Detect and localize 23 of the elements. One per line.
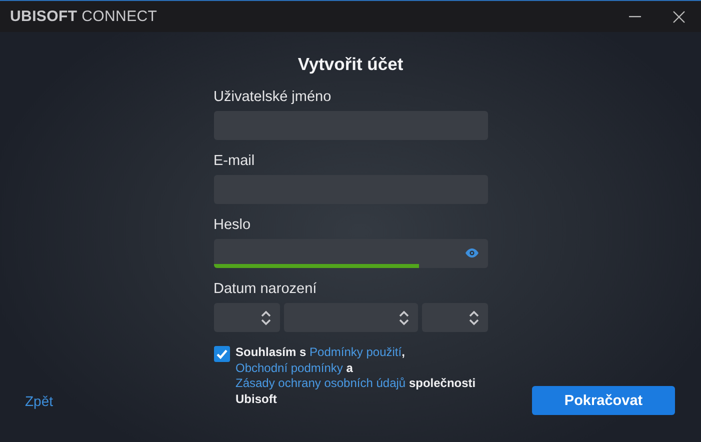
eye-icon[interactable]: [464, 248, 478, 258]
checkbox[interactable]: [214, 346, 230, 362]
spinner-icon: [468, 310, 478, 326]
app-logo: UBISOFT CONNECT: [10, 8, 158, 25]
field-label: E-mail: [214, 153, 256, 170]
close-icon[interactable]: [673, 10, 685, 22]
select-field[interactable]: [422, 303, 488, 332]
field-label: Uživatelské jméno: [214, 89, 332, 106]
back-link[interactable]: Zpět: [25, 392, 54, 408]
page-title: Vytvořit účet: [298, 53, 404, 75]
terms-link[interactable]: Zásady ochrany osobních údajů: [236, 376, 406, 390]
spinner-icon: [398, 310, 408, 326]
continue-button[interactable]: Pokračovat: [532, 386, 675, 415]
consent-text: Souhlasím s Podmínky použití, Obchodní podmínky a Zásady ochrany osobních údajů společnosti Ubisoft: [236, 345, 476, 407]
field-label: Datum narození: [214, 281, 318, 298]
terms-link[interactable]: Obchodní podmínky: [236, 360, 343, 374]
field-label: Heslo: [214, 217, 252, 234]
terms-link[interactable]: Podmínky použití: [310, 345, 402, 359]
spinner-icon: [260, 310, 270, 326]
select-field[interactable]: [214, 303, 280, 332]
select-field[interactable]: [284, 303, 418, 332]
password-field[interactable]: [214, 239, 488, 268]
minimize-icon[interactable]: [629, 16, 641, 18]
